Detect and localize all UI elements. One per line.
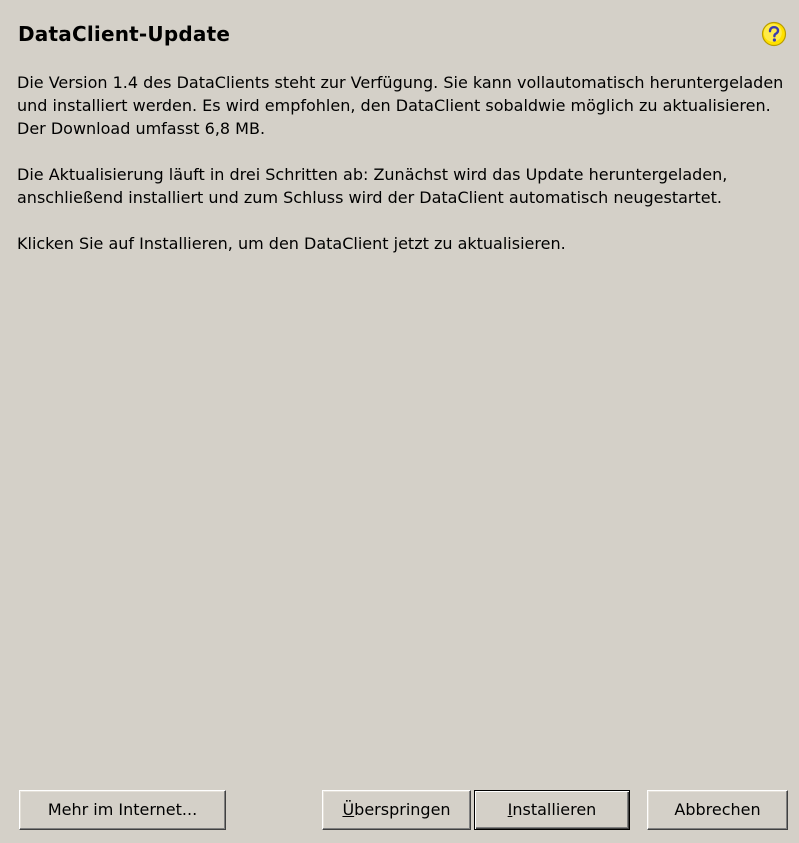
install-button[interactable]: Installieren	[474, 790, 630, 830]
message-paragraph-steps: Die Aktualisierung läuft in drei Schritt…	[17, 165, 728, 207]
cancel-label: Abbrechen	[674, 800, 761, 819]
skip-mnemonic: Ü	[342, 800, 355, 819]
skip-button[interactable]: Überspringen	[322, 790, 471, 830]
dialog-message: Die Version 1.4 des DataClients steht zu…	[17, 71, 787, 278]
dialog-title: DataClient-Update	[18, 22, 231, 46]
more-internet-label: Mehr im Internet...	[47, 800, 198, 819]
cancel-button[interactable]: Abbrechen	[647, 790, 788, 830]
skip-label: berspringen	[354, 800, 451, 819]
more-internet-button[interactable]: Mehr im Internet...	[19, 790, 226, 830]
message-paragraph-version: Die Version 1.4 des DataClients steht zu…	[17, 73, 784, 138]
help-question-icon[interactable]	[761, 21, 787, 47]
update-dialog: DataClient-Update Die Version 1.4 des Da…	[0, 0, 799, 843]
install-label: nstallieren	[512, 800, 597, 819]
message-paragraph-instruction: Klicken Sie auf Installieren, um den Dat…	[17, 234, 566, 253]
